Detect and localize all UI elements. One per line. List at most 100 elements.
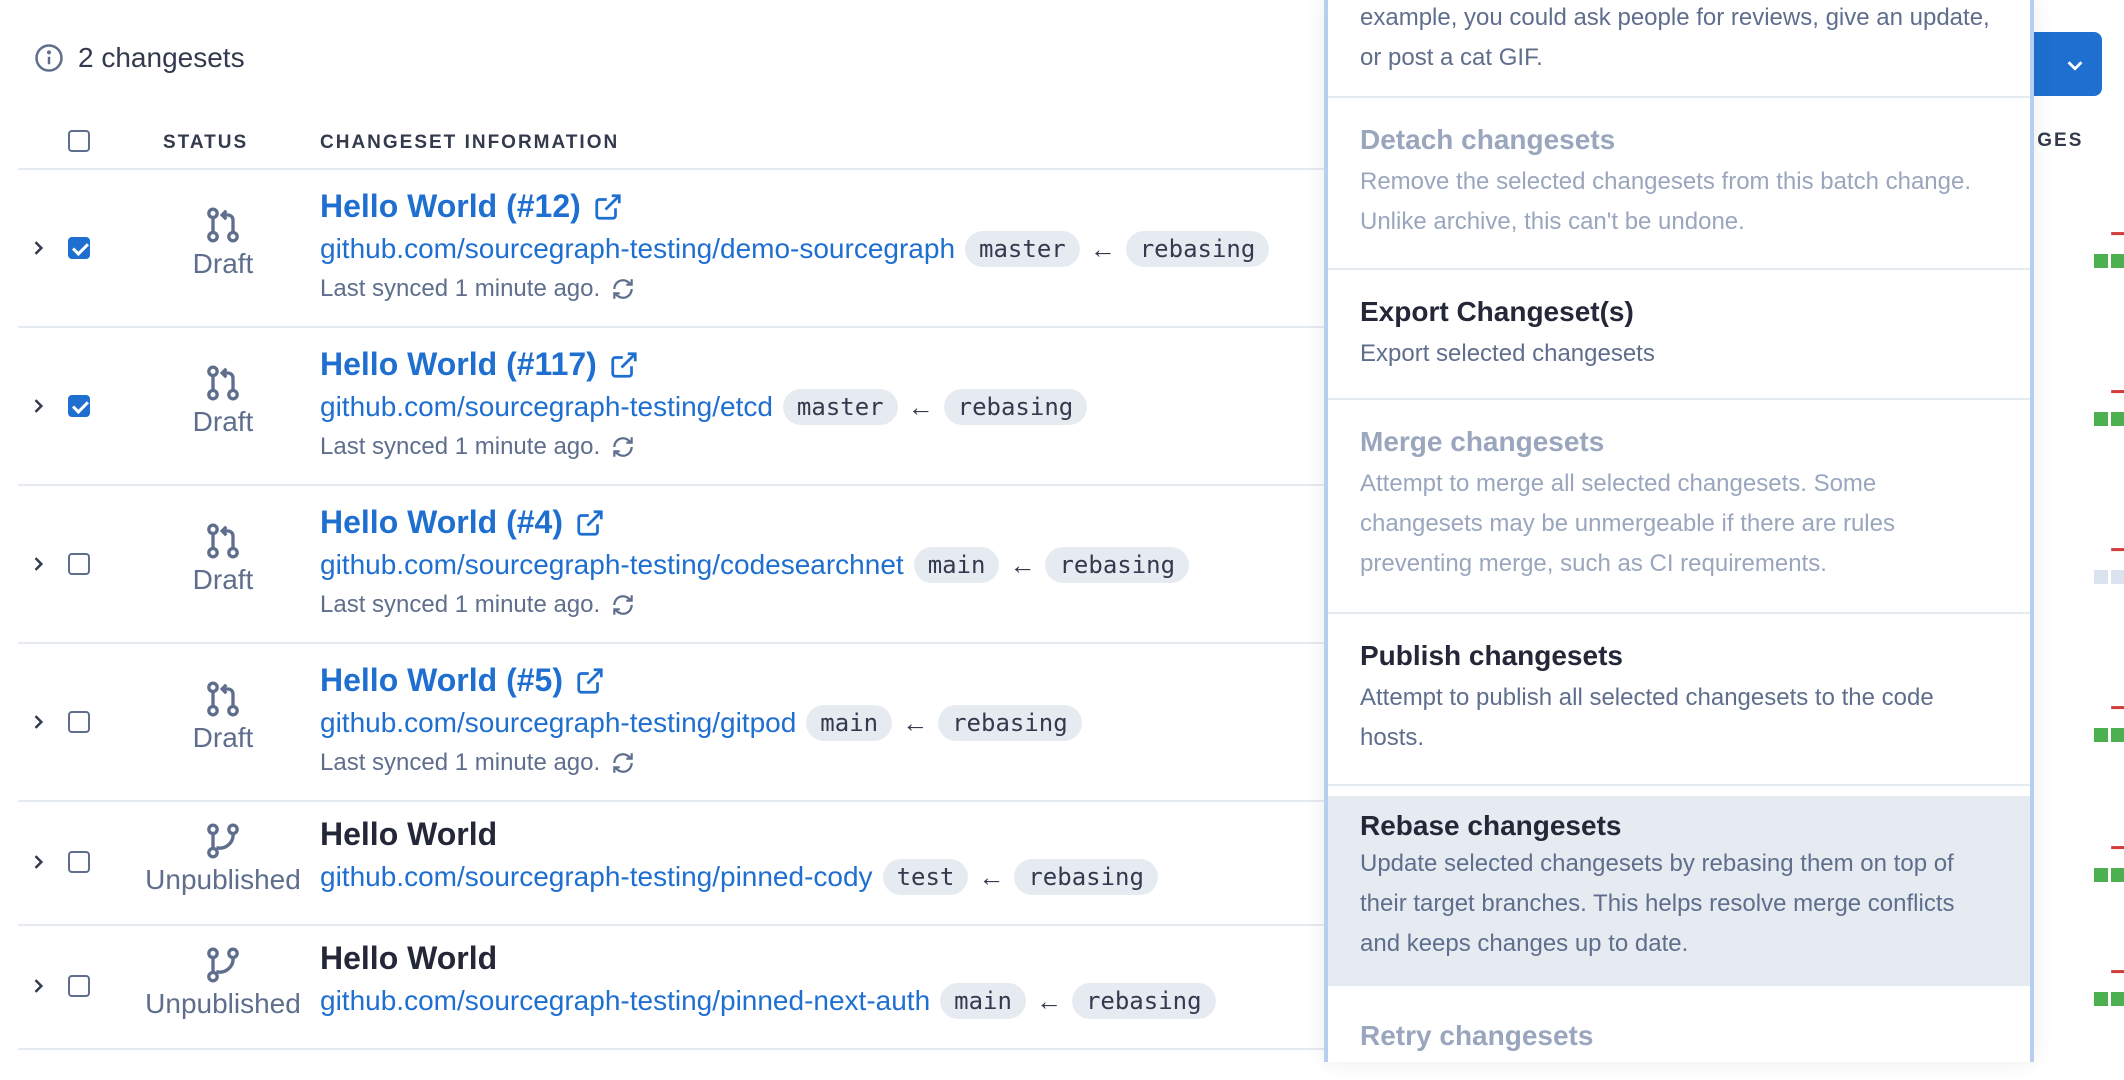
- repository-link[interactable]: github.com/sourcegraph-testing/pinned-ne…: [320, 985, 930, 1017]
- changeset-title: Hello World: [320, 940, 498, 976]
- head-branch-badge: rebasing: [1071, 983, 1216, 1019]
- changeset-count: 2 changesets: [78, 42, 245, 73]
- changeset-title-link[interactable]: Hello World (#12): [320, 188, 1269, 225]
- diff-stat: −0: [2058, 956, 2124, 1006]
- base-branch-badge: test: [882, 859, 969, 895]
- diff-bars: [2058, 868, 2124, 882]
- menu-item-detach[interactable]: Detach changesets Remove the selected ch…: [1328, 100, 2030, 270]
- menu-item-title: Export Changeset(s): [1360, 296, 1634, 327]
- row-select-checkbox[interactable]: [68, 975, 90, 997]
- expand-row-chevron-icon[interactable]: [28, 852, 48, 872]
- external-link-icon[interactable]: [575, 666, 605, 696]
- base-branch-badge: master: [965, 231, 1080, 267]
- changeset-info: Hello World github.com/sourcegraph-testi…: [320, 940, 1216, 1019]
- last-synced: Last synced 1 minute ago.: [320, 433, 1087, 461]
- menu-item-export[interactable]: Export Changeset(s) Export selected chan…: [1328, 272, 2030, 400]
- git-branch-icon: [207, 823, 239, 859]
- diff-stat: −5: [2058, 692, 2124, 742]
- changeset-info: Hello World (#5) github.com/sourcegraph-…: [320, 662, 1082, 777]
- arrow-left-icon: ←: [907, 391, 934, 422]
- arrow-left-icon: ←: [1089, 233, 1116, 264]
- menu-item-description: example, you could ask people for review…: [1360, 4, 1990, 71]
- menu-item-description: Attempt to merge all selected changesets…: [1360, 470, 1895, 577]
- expand-row-chevron-icon[interactable]: [28, 712, 48, 732]
- bulk-actions-menu: example, you could ask people for review…: [1324, 0, 2034, 1062]
- menu-item-title: Retry changesets: [1360, 1020, 1594, 1051]
- sync-icon[interactable]: [610, 434, 636, 460]
- head-branch-badge: rebasing: [1125, 231, 1270, 267]
- expand-row-chevron-icon[interactable]: [28, 396, 48, 416]
- row-select-checkbox[interactable]: [68, 395, 90, 417]
- menu-item-merge[interactable]: Merge changesets Attempt to merge all se…: [1328, 402, 2030, 614]
- git-branch-icon: [207, 947, 239, 983]
- changeset-status: Draft: [118, 520, 328, 596]
- changeset-summary: 2 changesets: [34, 42, 245, 74]
- diff-bars: [2058, 992, 2124, 1006]
- external-link-icon[interactable]: [609, 350, 639, 380]
- repository-link[interactable]: github.com/sourcegraph-testing/demo-sour…: [320, 233, 955, 265]
- diff-bars: [2058, 728, 2124, 742]
- expand-row-chevron-icon[interactable]: [28, 976, 48, 996]
- table-row: Draft Hello World (#5) github.com/source…: [18, 644, 2124, 802]
- repository-link[interactable]: github.com/sourcegraph-testing/gitpod: [320, 707, 796, 739]
- sync-icon[interactable]: [610, 750, 636, 776]
- table-row: Unpublished Hello World github.com/sourc…: [18, 802, 2124, 926]
- menu-item-description: Attempt to publish all selected changese…: [1360, 684, 1934, 751]
- menu-item-title: Merge changesets: [1360, 426, 1605, 457]
- sync-icon[interactable]: [610, 592, 636, 618]
- diff-stat: −0: [2058, 218, 2124, 268]
- table-row: Draft Hello World (#12) github.com/sourc…: [18, 170, 2124, 328]
- info-column-header: CHANGESET INFORMATION: [320, 132, 620, 153]
- diff-bars: [2058, 570, 2124, 584]
- select-all-checkbox[interactable]: [68, 130, 90, 152]
- menu-item-description: Export selected changesets: [1360, 340, 1655, 367]
- sync-icon[interactable]: [610, 276, 636, 302]
- diff-stat: −0: [2058, 534, 2124, 584]
- base-branch-badge: main: [806, 705, 893, 741]
- row-select-checkbox[interactable]: [68, 711, 90, 733]
- menu-item-rebase[interactable]: Rebase changesets Update selected change…: [1328, 796, 2030, 986]
- changeset-info: Hello World (#117) github.com/sourcegrap…: [320, 346, 1088, 461]
- status-column-header: STATUS: [163, 132, 249, 153]
- changeset-info: Hello World (#12) github.com/sourcegraph…: [320, 188, 1270, 303]
- last-synced: Last synced 1 minute ago.: [320, 591, 1189, 619]
- repository-link[interactable]: github.com/sourcegraph-testing/etcd: [320, 391, 773, 423]
- expand-row-chevron-icon[interactable]: [28, 238, 48, 258]
- pull-request-draft-icon: [207, 365, 239, 401]
- menu-item-description: Remove the selected changesets from this…: [1360, 168, 1972, 235]
- base-branch-badge: main: [913, 547, 1000, 583]
- arrow-left-icon: ←: [1009, 549, 1036, 580]
- menu-item-comment[interactable]: example, you could ask people for review…: [1328, 0, 2030, 98]
- table-row: Draft Hello World (#4) github.com/source…: [18, 486, 2124, 644]
- diff-bars: [2058, 254, 2124, 268]
- changeset-title-link[interactable]: Hello World (#117): [320, 346, 1087, 383]
- arrow-left-icon: ←: [978, 861, 1005, 892]
- menu-item-publish[interactable]: Publish changesets Attempt to publish al…: [1328, 616, 2030, 786]
- row-select-checkbox[interactable]: [68, 553, 90, 575]
- changes-column-header: IGES: [2030, 130, 2084, 151]
- expand-row-chevron-icon[interactable]: [28, 554, 48, 574]
- changeset-title: Hello World: [320, 816, 498, 852]
- row-select-checkbox[interactable]: [68, 237, 90, 259]
- changeset-title-link[interactable]: Hello World (#4): [320, 504, 1189, 541]
- batch-change-changesets-page: 2 changesets STATUS CHANGESET INFORMATIO…: [0, 0, 2124, 1062]
- arrow-left-icon: ←: [1035, 985, 1062, 1016]
- repository-link[interactable]: github.com/sourcegraph-testing/pinned-co…: [320, 861, 873, 893]
- head-branch-badge: rebasing: [938, 705, 1082, 741]
- changeset-title-link[interactable]: Hello World (#5): [320, 662, 1082, 699]
- changeset-status: Draft: [118, 678, 328, 754]
- menu-item-description: Update selected changesets by rebasing t…: [1360, 850, 1955, 957]
- base-branch-badge: main: [940, 983, 1026, 1019]
- row-select-checkbox[interactable]: [68, 851, 90, 873]
- menu-item-retry[interactable]: Retry changesets: [1328, 1000, 2030, 1080]
- external-link-icon[interactable]: [593, 192, 623, 222]
- pull-request-draft-icon: [207, 207, 239, 243]
- external-link-icon[interactable]: [575, 508, 605, 538]
- info-circle-icon: [35, 44, 63, 72]
- pull-request-draft-icon: [207, 523, 239, 559]
- menu-item-title: Detach changesets: [1360, 124, 1616, 155]
- actions-dropdown-toggle[interactable]: [2030, 32, 2102, 96]
- repository-link[interactable]: github.com/sourcegraph-testing/codesearc…: [320, 549, 904, 581]
- menu-item-title: Publish changesets: [1360, 640, 1623, 671]
- diff-stat: −0: [2058, 376, 2124, 426]
